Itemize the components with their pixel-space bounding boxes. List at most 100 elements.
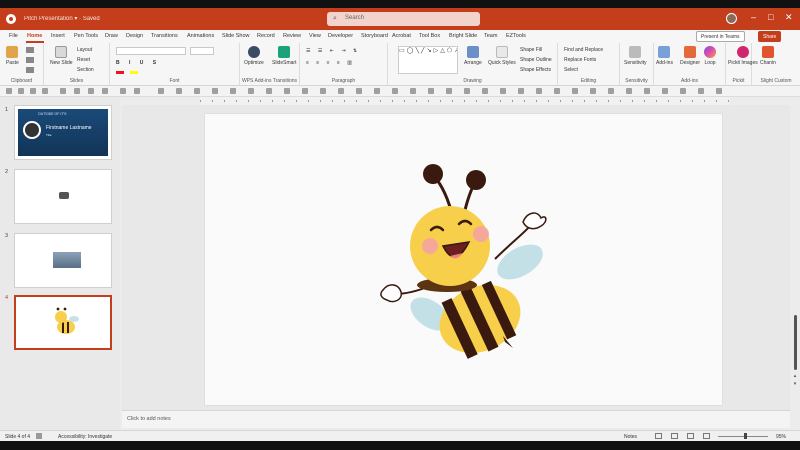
slide-thumbnail-4[interactable] bbox=[14, 295, 112, 350]
tab-draw[interactable]: Draw bbox=[105, 33, 118, 39]
close-button[interactable]: ✕ bbox=[785, 12, 793, 23]
qat-tool-10-icon[interactable] bbox=[212, 88, 218, 94]
slide-thumbnail-1[interactable]: OUTSIDE OF IT'S Firstname Lastname Title bbox=[14, 105, 112, 160]
share-button[interactable]: Share bbox=[758, 31, 782, 42]
chanin-button[interactable]: Chanin bbox=[760, 46, 776, 66]
shapes-gallery[interactable]: ▭◯╲╱↘▷△⬠↗⇨⇧⇩⬡☆{}() bbox=[398, 46, 458, 74]
qat-tool-15-icon[interactable] bbox=[302, 88, 308, 94]
qat-tool-34-icon[interactable] bbox=[644, 88, 650, 94]
tab-tool-box[interactable]: Tool Box bbox=[419, 33, 440, 39]
designer-button[interactable]: Designer bbox=[680, 46, 700, 66]
tab-design[interactable]: Design bbox=[126, 33, 143, 39]
qat-tool-31-icon[interactable] bbox=[590, 88, 596, 94]
list-buttons[interactable]: ☰ ☰ ⇤ ⇥ ⇅ bbox=[306, 48, 360, 54]
tab-bright-slide[interactable]: Bright Slide bbox=[449, 33, 477, 39]
copy-icon[interactable] bbox=[26, 57, 34, 63]
font-name-dropdown[interactable] bbox=[116, 47, 186, 55]
format-painter-icon[interactable] bbox=[26, 67, 34, 73]
search-box[interactable]: ⌕ Search bbox=[327, 12, 480, 26]
minimize-button[interactable]: – bbox=[751, 12, 756, 22]
slide-sorter-icon[interactable] bbox=[671, 433, 678, 439]
tab-file[interactable]: File bbox=[9, 33, 18, 39]
qat-tool-3-icon[interactable] bbox=[88, 88, 94, 94]
slidesmart-button[interactable]: SlideSmart bbox=[272, 46, 296, 66]
select-button[interactable]: Select bbox=[564, 67, 578, 73]
spellcheck-icon[interactable] bbox=[36, 433, 42, 439]
slideshow-icon[interactable] bbox=[703, 433, 710, 439]
slide-thumbnail-2[interactable] bbox=[14, 169, 112, 224]
tab-pen-tools[interactable]: Pen Tools bbox=[74, 33, 98, 39]
qat-tool-23-icon[interactable] bbox=[446, 88, 452, 94]
qat-tool-12-icon[interactable] bbox=[248, 88, 254, 94]
qat-tool-14-icon[interactable] bbox=[284, 88, 290, 94]
qat-tool-4-icon[interactable] bbox=[102, 88, 108, 94]
tab-view[interactable]: View bbox=[309, 33, 321, 39]
qat-tool-19-icon[interactable] bbox=[374, 88, 380, 94]
qat-tool-1-icon[interactable] bbox=[60, 88, 66, 94]
qat-tool-18-icon[interactable] bbox=[356, 88, 362, 94]
qat-tool-25-icon[interactable] bbox=[482, 88, 488, 94]
font-style-buttons[interactable]: B I U S bbox=[116, 60, 160, 66]
qat-tool-27-icon[interactable] bbox=[518, 88, 524, 94]
qat-tool-22-icon[interactable] bbox=[428, 88, 434, 94]
layout-button[interactable]: Layout bbox=[77, 47, 92, 53]
qat-tool-9-icon[interactable] bbox=[194, 88, 200, 94]
qat-tool-38-icon[interactable] bbox=[716, 88, 722, 94]
loop-button[interactable]: Loop bbox=[704, 46, 716, 66]
align-buttons[interactable]: ≡ ≡ ≡ ≡ ▥ bbox=[306, 60, 355, 66]
section-button[interactable]: Section bbox=[77, 67, 94, 73]
qat-tool-32-icon[interactable] bbox=[608, 88, 614, 94]
qat-tool-26-icon[interactable] bbox=[500, 88, 506, 94]
qat-tool-30-icon[interactable] bbox=[572, 88, 578, 94]
slide-canvas[interactable] bbox=[205, 114, 722, 405]
zoom-level[interactable]: 95% bbox=[776, 434, 786, 440]
qat-tool-36-icon[interactable] bbox=[680, 88, 686, 94]
present-from-start-icon[interactable] bbox=[42, 88, 48, 94]
undo-icon[interactable] bbox=[18, 88, 24, 94]
tab-eztools[interactable]: EZTools bbox=[506, 33, 526, 39]
slide-thumbnail-3[interactable] bbox=[14, 233, 112, 288]
qat-tool-37-icon[interactable] bbox=[698, 88, 704, 94]
find-replace-button[interactable]: Find and Replace bbox=[564, 47, 603, 53]
redo-icon[interactable] bbox=[30, 88, 36, 94]
paste-button[interactable]: Paste bbox=[6, 46, 19, 66]
tab-storyboard[interactable]: Storyboard bbox=[361, 33, 388, 39]
tab-team[interactable]: Team bbox=[484, 33, 497, 39]
tab-animations[interactable]: Animations bbox=[187, 33, 214, 39]
quick-styles-button[interactable]: Quick Styles bbox=[488, 46, 516, 66]
reading-view-icon[interactable] bbox=[687, 433, 694, 439]
scroll-down-icon[interactable]: ▾ bbox=[792, 381, 798, 387]
notes-toggle[interactable]: Notes bbox=[624, 434, 637, 440]
maximize-button[interactable]: □ bbox=[768, 12, 773, 22]
tab-home[interactable]: Home bbox=[27, 33, 42, 39]
sensitivity-button[interactable]: Sensitivity bbox=[624, 46, 647, 66]
tab-transitions[interactable]: Transitions bbox=[151, 33, 178, 39]
tab-slide-show[interactable]: Slide Show bbox=[222, 33, 250, 39]
qat-tool-21-icon[interactable] bbox=[410, 88, 416, 94]
qat-tool-7-icon[interactable] bbox=[158, 88, 164, 94]
qat-tool-35-icon[interactable] bbox=[662, 88, 668, 94]
vertical-scrollbar[interactable]: ▴ ▾ bbox=[792, 105, 798, 410]
arrange-button[interactable]: Arrange bbox=[464, 46, 482, 66]
reset-button[interactable]: Reset bbox=[77, 57, 90, 63]
font-size-dropdown[interactable] bbox=[190, 47, 214, 55]
document-title[interactable]: Pitch Presentation ▾ · Saved bbox=[24, 15, 100, 22]
user-avatar[interactable] bbox=[726, 13, 737, 24]
shape-fill-button[interactable]: Shape Fill bbox=[520, 47, 542, 53]
qat-tool-17-icon[interactable] bbox=[338, 88, 344, 94]
qat-tool-13-icon[interactable] bbox=[266, 88, 272, 94]
notes-pane[interactable]: Click to add notes bbox=[122, 410, 790, 428]
qat-tool-29-icon[interactable] bbox=[554, 88, 560, 94]
qat-tool-20-icon[interactable] bbox=[392, 88, 398, 94]
addins-button[interactable]: Add-ins bbox=[656, 46, 673, 66]
qat-tool-2-icon[interactable] bbox=[74, 88, 80, 94]
tab-record[interactable]: Record bbox=[257, 33, 275, 39]
optimize-button[interactable]: Optimize bbox=[244, 46, 264, 66]
new-slide-button[interactable]: New Slide bbox=[50, 46, 73, 66]
save-icon[interactable] bbox=[6, 88, 12, 94]
tab-developer[interactable]: Developer bbox=[328, 33, 353, 39]
scroll-up-icon[interactable]: ▴ bbox=[792, 373, 798, 379]
present-in-teams-button[interactable]: Present in Teams bbox=[696, 31, 745, 42]
tab-insert[interactable]: Insert bbox=[51, 33, 65, 39]
normal-view-icon[interactable] bbox=[655, 433, 662, 439]
